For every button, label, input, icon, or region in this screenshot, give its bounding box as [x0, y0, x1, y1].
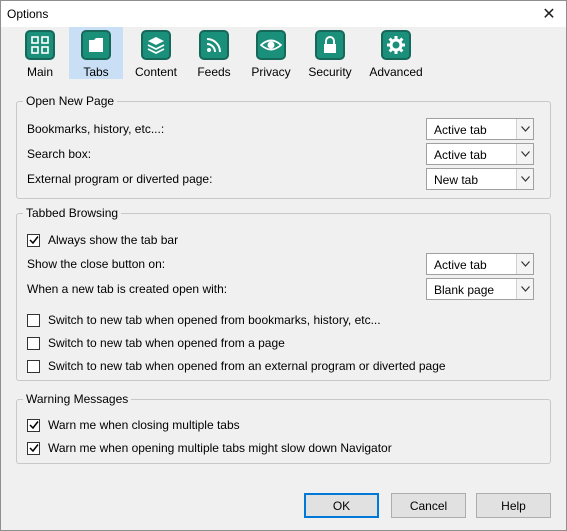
rss-icon: [199, 30, 229, 60]
switch-from-bookmarks-checkbox[interactable]: [27, 313, 40, 327]
bookmarks-row: Bookmarks, history, etc...: Active tab: [27, 118, 542, 140]
help-button[interactable]: Help: [476, 493, 551, 518]
search-box-label: Search box:: [27, 147, 92, 161]
switch-from-bookmarks-label: Switch to new tab when opened from bookm…: [48, 313, 381, 327]
close-icon[interactable]: ✕: [532, 1, 566, 27]
switch-from-external-checkbox[interactable]: [27, 359, 40, 373]
warn-closing-checkbox[interactable]: [27, 418, 40, 432]
switch-from-external-label: Switch to new tab when opened from an ex…: [48, 359, 446, 373]
select-value: Active tab: [434, 123, 487, 137]
grid-icon: [25, 30, 55, 60]
switch-from-page-row[interactable]: Switch to new tab when opened from a pag…: [27, 332, 542, 354]
tab-content[interactable]: Content: [129, 27, 183, 79]
warn-opening-checkbox[interactable]: [27, 441, 40, 455]
new-tab-open-select[interactable]: Blank page: [426, 278, 534, 300]
open-new-page-group: Open New Page Bookmarks, history, etc...…: [16, 94, 551, 199]
tabbed-browsing-group: Tabbed Browsing Always show the tab bar …: [16, 206, 551, 381]
gear-icon: [381, 30, 411, 60]
switch-from-page-label: Switch to new tab when opened from a pag…: [48, 336, 285, 350]
window-title: Options: [7, 7, 49, 21]
chevron-down-icon: [516, 119, 533, 139]
tab-security[interactable]: Security: [305, 27, 355, 79]
chevron-down-icon: [516, 169, 533, 189]
tab-main-label: Main: [26, 65, 53, 79]
chevron-down-icon: [516, 254, 533, 274]
tab-security-label: Security: [308, 65, 352, 79]
tab-feeds-label: Feeds: [197, 65, 231, 79]
tab-tabs[interactable]: Tabs: [69, 27, 123, 79]
tab-advanced[interactable]: Advanced: [365, 27, 427, 79]
options-dialog: Options ✕ Main Tabs Content Feeds Privac…: [0, 0, 567, 531]
group-legend: Warning Messages: [23, 392, 132, 406]
always-show-tab-bar-label: Always show the tab bar: [48, 233, 179, 247]
warn-closing-row[interactable]: Warn me when closing multiple tabs: [27, 414, 542, 436]
ok-button[interactable]: OK: [304, 493, 379, 518]
bookmarks-open-select[interactable]: Active tab: [426, 118, 534, 140]
close-button-row: Show the close button on: Active tab: [27, 253, 542, 275]
close-button-label: Show the close button on:: [27, 257, 166, 271]
bookmarks-label: Bookmarks, history, etc...:: [27, 122, 165, 136]
warning-messages-group: Warning Messages Warn me when closing mu…: [16, 392, 551, 464]
external-program-open-select[interactable]: New tab: [426, 168, 534, 190]
tab-main[interactable]: Main: [17, 27, 63, 79]
select-value: Active tab: [434, 258, 487, 272]
cancel-button[interactable]: Cancel: [391, 493, 466, 518]
external-program-row: External program or diverted page: New t…: [27, 168, 542, 190]
tab-tabs-label: Tabs: [83, 65, 109, 79]
stack-icon: [141, 30, 171, 60]
chevron-down-icon: [516, 279, 533, 299]
warn-opening-row[interactable]: Warn me when opening multiple tabs might…: [27, 437, 542, 459]
search-box-open-select[interactable]: Active tab: [426, 143, 534, 165]
tab-feeds[interactable]: Feeds: [191, 27, 237, 79]
group-legend: Tabbed Browsing: [23, 206, 122, 220]
new-tab-open-row: When a new tab is created open with: Bla…: [27, 278, 542, 300]
select-value: New tab: [434, 173, 479, 187]
lock-icon: [315, 30, 345, 60]
tab-privacy-label: Privacy: [251, 65, 291, 79]
tab-content-label: Content: [134, 65, 178, 79]
tab-privacy[interactable]: Privacy: [247, 27, 295, 79]
warn-closing-label: Warn me when closing multiple tabs: [48, 418, 240, 432]
tab-icon: [81, 30, 111, 60]
chevron-down-icon: [516, 144, 533, 164]
title-bar: Options ✕: [1, 1, 566, 27]
group-legend: Open New Page: [23, 94, 118, 108]
switch-from-page-checkbox[interactable]: [27, 336, 40, 350]
always-show-tab-bar-row[interactable]: Always show the tab bar: [27, 229, 542, 251]
switch-from-bookmarks-row[interactable]: Switch to new tab when opened from bookm…: [27, 309, 542, 331]
switch-from-external-row[interactable]: Switch to new tab when opened from an ex…: [27, 355, 542, 377]
external-program-label: External program or diverted page:: [27, 172, 213, 186]
new-tab-open-label: When a new tab is created open with:: [27, 282, 228, 296]
eye-icon: [256, 30, 286, 60]
search-box-row: Search box: Active tab: [27, 143, 542, 165]
close-button-select[interactable]: Active tab: [426, 253, 534, 275]
tab-advanced-label: Advanced: [369, 65, 423, 79]
warn-opening-label: Warn me when opening multiple tabs might…: [48, 441, 392, 455]
select-value: Active tab: [434, 148, 487, 162]
category-toolbar: Main Tabs Content Feeds Privacy Security…: [1, 27, 566, 79]
select-value: Blank page: [434, 283, 495, 297]
always-show-tab-bar-checkbox[interactable]: [27, 233, 40, 247]
